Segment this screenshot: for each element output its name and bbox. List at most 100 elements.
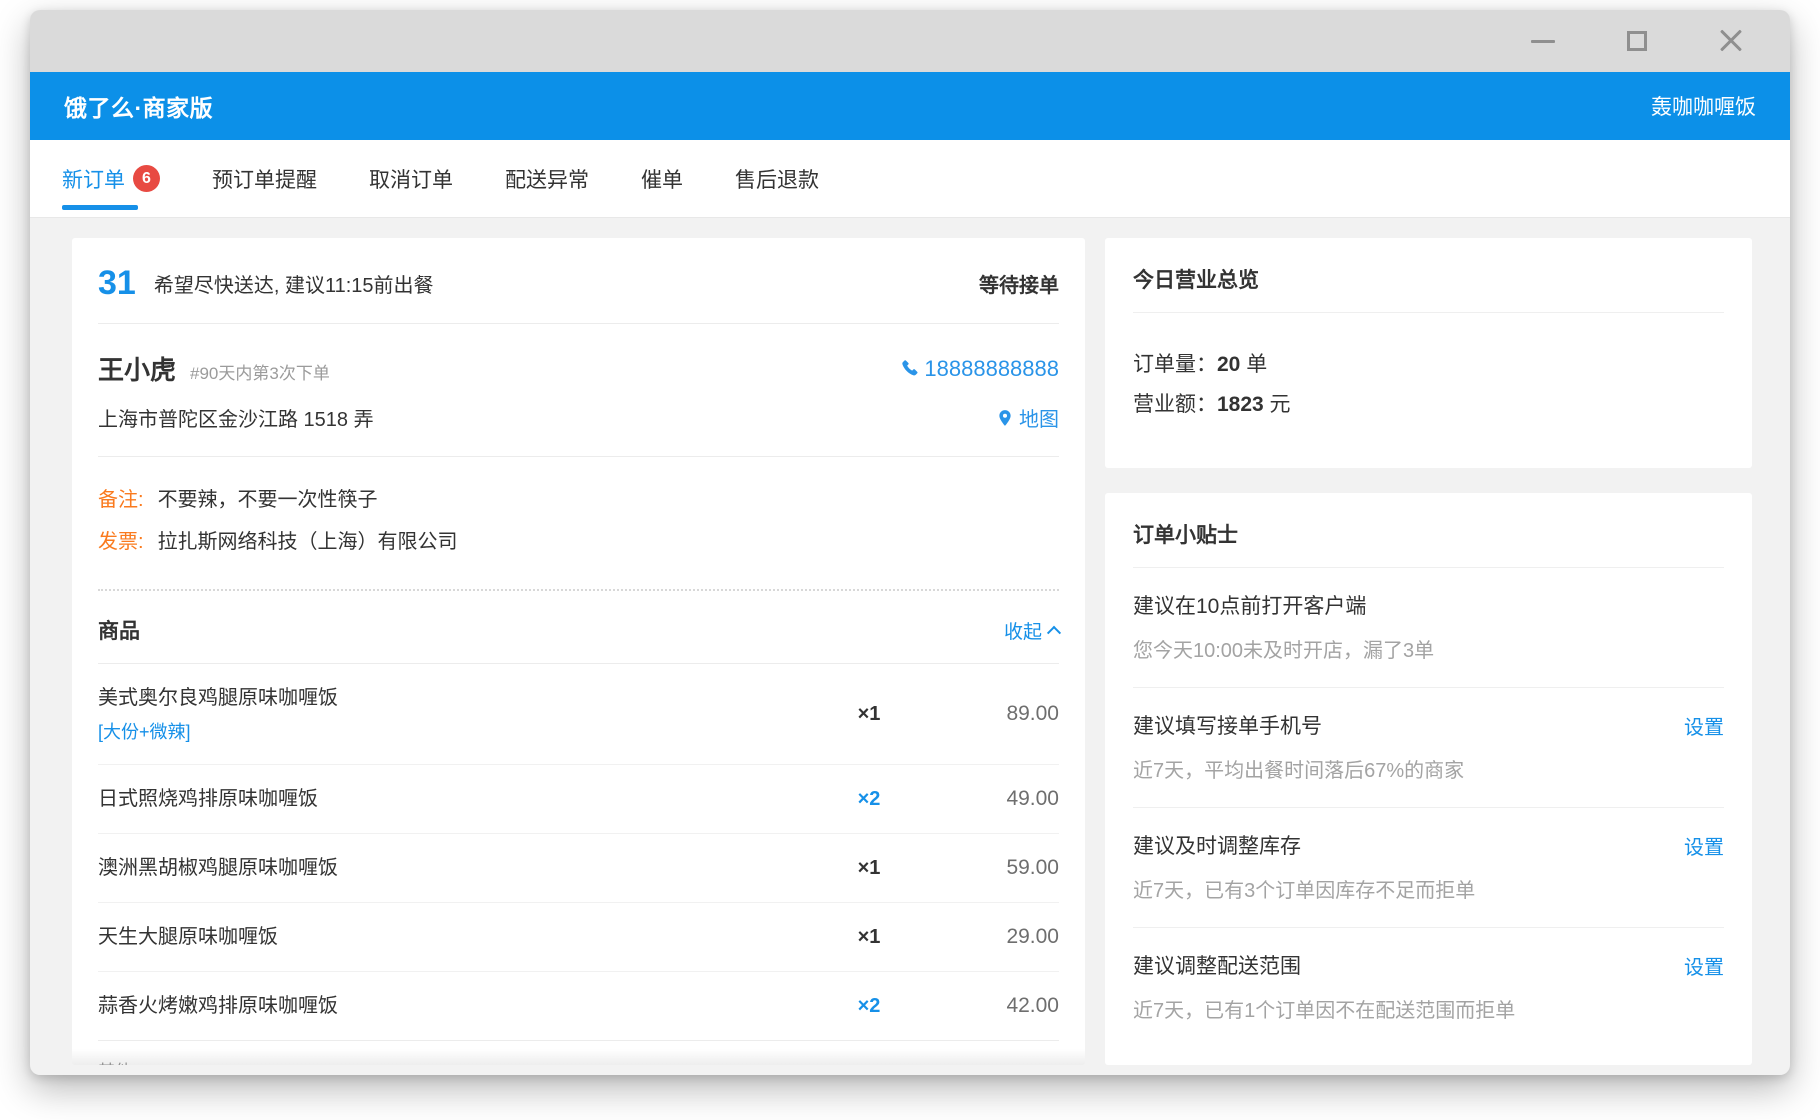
item-quantity: ×1: [809, 703, 929, 726]
item-price: 59.00: [929, 856, 1059, 880]
tip-settings-link[interactable]: 设置: [1684, 831, 1724, 860]
tip-description: 近7天，平均出餐时间落后67%的商家: [1133, 754, 1724, 783]
order-item-row: 天生大腿原味咖喱饭 ×1 29.00: [98, 903, 1059, 972]
tab-after-sale-refund[interactable]: 售后退款: [735, 140, 819, 217]
tab-label: 预订单提醒: [212, 164, 317, 194]
tip-title: 建议在10点前打开客户端: [1133, 590, 1366, 620]
remark-text: 不要辣，不要一次性筷子: [158, 479, 378, 521]
tab-pre-order-reminder[interactable]: 预订单提醒: [212, 140, 317, 217]
collapse-label: 收起: [1004, 617, 1042, 644]
minimize-icon: [1531, 40, 1555, 43]
tip-title: 建议及时调整库存: [1133, 830, 1301, 860]
revenue-line: 营业额：1823 元: [1133, 385, 1724, 425]
order-notes-section: 备注: 不要辣，不要一次性筷子 发票: 拉扎斯网络科技（上海）有限公司: [98, 457, 1059, 591]
phone-icon: [900, 359, 920, 379]
tip-open-client: 建议在10点前打开客户端 您今天10:00未及时开店，漏了3单: [1133, 568, 1724, 688]
item-price: 49.00: [929, 787, 1059, 811]
item-price: 42.00: [929, 994, 1059, 1018]
tip-title: 建议调整配送范围: [1133, 950, 1301, 980]
tip-description: 近7天，已有3个订单因库存不足而拒单: [1133, 874, 1724, 903]
daily-summary-card: 今日营业总览 订单量：20 单 营业额：1823 元: [1105, 238, 1752, 468]
customer-name: 王小虎: [98, 350, 176, 387]
order-card: 31 希望尽快送达, 建议11:15前出餐 等待接单 王小虎 #90天内第3次下…: [72, 238, 1085, 1065]
invoice-label: 发票:: [98, 521, 144, 563]
chevron-up-icon: [1047, 626, 1061, 640]
item-price: 29.00: [929, 925, 1059, 949]
map-link[interactable]: 地图: [996, 403, 1059, 432]
map-label: 地图: [1019, 403, 1059, 432]
close-button[interactable]: [1708, 21, 1754, 61]
tab-label: 取消订单: [369, 164, 453, 194]
order-count-label: 订单量：: [1133, 353, 1217, 376]
order-tabs: 新订单 6 预订单提醒 取消订单 配送异常 催单 售后退款: [30, 140, 1790, 218]
item-name: 天生大腿原味咖喱饭: [98, 923, 809, 951]
tip-description: 近7天，已有1个订单因不在配送范围而拒单: [1133, 994, 1724, 1023]
item-quantity: ×2: [809, 788, 929, 811]
tab-delivery-exception[interactable]: 配送异常: [505, 140, 589, 217]
customer-phone: 18888888888: [924, 356, 1059, 382]
tip-adjust-delivery-range: 建议调整配送范围 设置 近7天，已有1个订单因不在配送范围而拒单: [1133, 928, 1724, 1047]
revenue-value: 1823: [1217, 393, 1264, 416]
minimize-button[interactable]: [1520, 21, 1566, 61]
right-sidebar: 今日营业总览 订单量：20 单 营业额：1823 元 订单小贴士 建议在10点前…: [1105, 238, 1752, 1065]
tab-cancelled-orders[interactable]: 取消订单: [369, 140, 453, 217]
customer-phone-link[interactable]: 18888888888: [900, 356, 1059, 382]
other-fees-label: 其他: [98, 1057, 1059, 1065]
tip-settings-link[interactable]: 设置: [1684, 711, 1724, 740]
order-items-list: 美式奥尔良鸡腿原味咖喱饭 [大份+微辣] ×1 89.00 日式照烧鸡排原味咖喱…: [98, 664, 1059, 1041]
order-item-row: 日式照烧鸡排原味咖喱饭 ×2 49.00: [98, 765, 1059, 834]
item-name: 蒜香火烤嫩鸡排原味咖喱饭: [98, 992, 809, 1020]
order-count-value: 20: [1217, 353, 1240, 376]
customer-order-history: #90天内第3次下单: [190, 359, 900, 384]
customer-address: 上海市普陀区金沙江路 1518 弄: [98, 403, 996, 432]
tab-label: 催单: [641, 164, 683, 194]
tab-label: 售后退款: [735, 164, 819, 194]
customer-section: 王小虎 #90天内第3次下单 18888888888 上海市普陀区金沙江路 15…: [98, 324, 1059, 457]
item-name: 澳洲黑胡椒鸡腿原味咖喱饭: [98, 854, 809, 882]
item-quantity: ×1: [809, 857, 929, 880]
item-name: 美式奥尔良鸡腿原味咖喱饭: [98, 684, 809, 712]
maximize-button[interactable]: [1614, 21, 1660, 61]
order-status: 等待接单: [979, 269, 1059, 298]
revenue-label: 营业额：: [1133, 393, 1217, 416]
tip-settings-link[interactable]: 设置: [1684, 951, 1724, 980]
order-tips-card: 订单小贴士 建议在10点前打开客户端 您今天10:00未及时开店，漏了3单 建议…: [1105, 493, 1752, 1065]
app-title: 饿了么·商家版: [64, 89, 213, 123]
item-option: [大份+微辣]: [98, 718, 809, 744]
order-item-row: 蒜香火烤嫩鸡排原味咖喱饭 ×2 42.00: [98, 972, 1059, 1040]
item-name: 日式照烧鸡排原味咖喱饭: [98, 785, 809, 813]
window-titlebar: [30, 10, 1790, 72]
tip-title: 建议填写接单手机号: [1133, 710, 1322, 740]
tab-label: 配送异常: [505, 164, 589, 194]
order-number: 31: [98, 264, 136, 303]
tab-new-orders[interactable]: 新订单 6: [62, 140, 160, 217]
item-price: 89.00: [929, 702, 1059, 726]
order-card-header: 31 希望尽快送达, 建议11:15前出餐 等待接单: [98, 238, 1059, 324]
tip-adjust-stock: 建议及时调整库存 设置 近7天，已有3个订单因库存不足而拒单: [1133, 808, 1724, 928]
goods-title: 商品: [98, 615, 140, 645]
tip-fill-phone: 建议填写接单手机号 设置 近7天，平均出餐时间落后67%的商家: [1133, 688, 1724, 808]
item-quantity: ×2: [809, 995, 929, 1018]
daily-summary-title: 今日营业总览: [1133, 264, 1724, 313]
order-item-row: 美式奥尔良鸡腿原味咖喱饭 [大份+微辣] ×1 89.00: [98, 664, 1059, 765]
collapse-goods-link[interactable]: 收起: [1004, 617, 1059, 644]
app-header: 饿了么·商家版 轰咖咖喱饭: [30, 72, 1790, 140]
goods-header: 商品 收起: [98, 591, 1059, 664]
maximize-icon: [1627, 31, 1647, 51]
tab-urge-order[interactable]: 催单: [641, 140, 683, 217]
remark-label: 备注:: [98, 479, 144, 521]
order-count-unit: 单: [1240, 353, 1267, 376]
invoice-text: 拉扎斯网络科技（上海）有限公司: [158, 521, 458, 563]
new-orders-count-badge: 6: [133, 165, 160, 192]
tip-description: 您今天10:00未及时开店，漏了3单: [1133, 634, 1724, 663]
order-tips-title: 订单小贴士: [1133, 519, 1724, 568]
close-icon: [1719, 29, 1743, 53]
location-pin-icon: [996, 409, 1014, 427]
revenue-unit: 元: [1264, 393, 1291, 416]
order-item-row: 澳洲黑胡椒鸡腿原味咖喱饭 ×1 59.00: [98, 834, 1059, 903]
shop-name[interactable]: 轰咖咖喱饭: [1651, 91, 1756, 121]
item-quantity: ×1: [809, 926, 929, 949]
tab-label: 新订单: [62, 164, 125, 194]
order-count-line: 订单量：20 单: [1133, 345, 1724, 385]
main-content: 31 希望尽快送达, 建议11:15前出餐 等待接单 王小虎 #90天内第3次下…: [30, 218, 1790, 1075]
